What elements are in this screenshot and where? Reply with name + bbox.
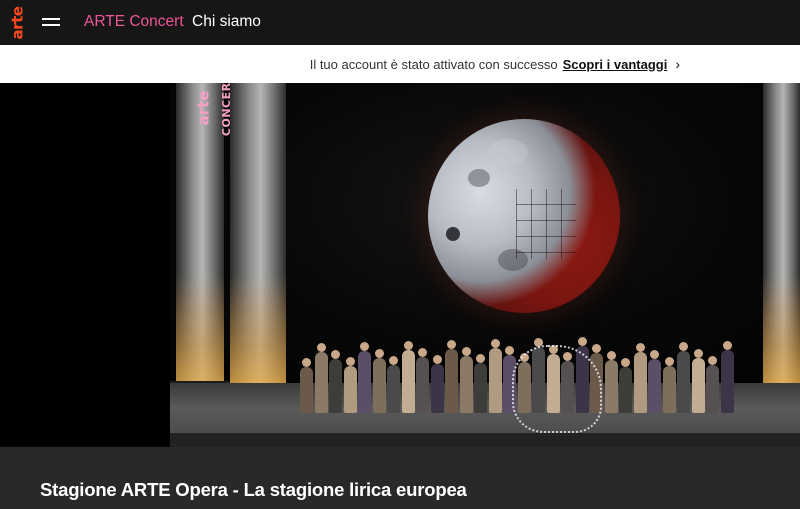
video-area: arte CONCERT xyxy=(0,83,800,447)
arte-logo[interactable]: arte xyxy=(8,4,26,42)
arte-concert-watermark: arte CONCERT xyxy=(190,83,233,136)
chorus-figure xyxy=(300,358,313,413)
stage-pillar xyxy=(763,83,800,393)
menu-line xyxy=(42,18,60,20)
nav-link-arte-concert[interactable]: ARTE Concert xyxy=(84,13,184,31)
chorus-figure xyxy=(372,349,386,413)
menu-line xyxy=(42,24,60,26)
watermark-concert: CONCERT xyxy=(220,83,234,137)
chorus-figure xyxy=(416,348,429,413)
stage-pillar xyxy=(176,83,224,393)
chorus-figure xyxy=(488,339,502,413)
discover-benefits-link[interactable]: Scopri i vantaggi xyxy=(563,57,668,72)
chevron-right-icon[interactable]: › xyxy=(675,56,680,72)
moon-projection xyxy=(428,119,620,313)
video-player[interactable]: arte CONCERT xyxy=(170,83,800,447)
chorus-figure xyxy=(619,358,632,413)
chorus-figure xyxy=(430,355,444,413)
chorus-figure xyxy=(474,354,487,413)
chorus-figure xyxy=(387,356,400,413)
horse-puppet xyxy=(512,345,602,433)
chorus-figure xyxy=(459,347,473,413)
chorus-figure xyxy=(720,341,734,413)
nav-link-chi-siamo[interactable]: Chi siamo xyxy=(192,13,261,31)
watermark-arte: arte xyxy=(194,90,213,126)
chorus-figure xyxy=(706,356,719,413)
chorus-figure xyxy=(401,341,415,413)
stage-edge xyxy=(170,433,800,447)
chorus-figure xyxy=(329,350,342,413)
account-activated-banner: Il tuo account è stato attivato con succ… xyxy=(0,45,800,83)
chorus-figure xyxy=(604,351,618,413)
banner-message: Il tuo account è stato attivato con succ… xyxy=(309,56,558,72)
chorus-figure xyxy=(648,350,661,413)
chorus-figure xyxy=(314,343,328,413)
chorus-figure xyxy=(691,349,705,413)
chorus-figure xyxy=(633,343,647,413)
chorus-figure xyxy=(343,357,357,413)
arte-logo-text: arte xyxy=(8,6,26,40)
title-band: Stagione ARTE Opera - La stagione lirica… xyxy=(0,447,800,509)
page-title: Stagione ARTE Opera - La stagione lirica… xyxy=(40,479,467,500)
stage-pillar xyxy=(230,83,286,393)
hamburger-menu-icon[interactable] xyxy=(42,16,60,28)
chorus-figure xyxy=(445,340,458,413)
chorus-figure xyxy=(677,342,690,413)
top-navigation: arte ARTE Concert Chi siamo xyxy=(0,0,800,45)
chorus-figure xyxy=(662,357,676,413)
chorus-figure xyxy=(358,342,371,413)
